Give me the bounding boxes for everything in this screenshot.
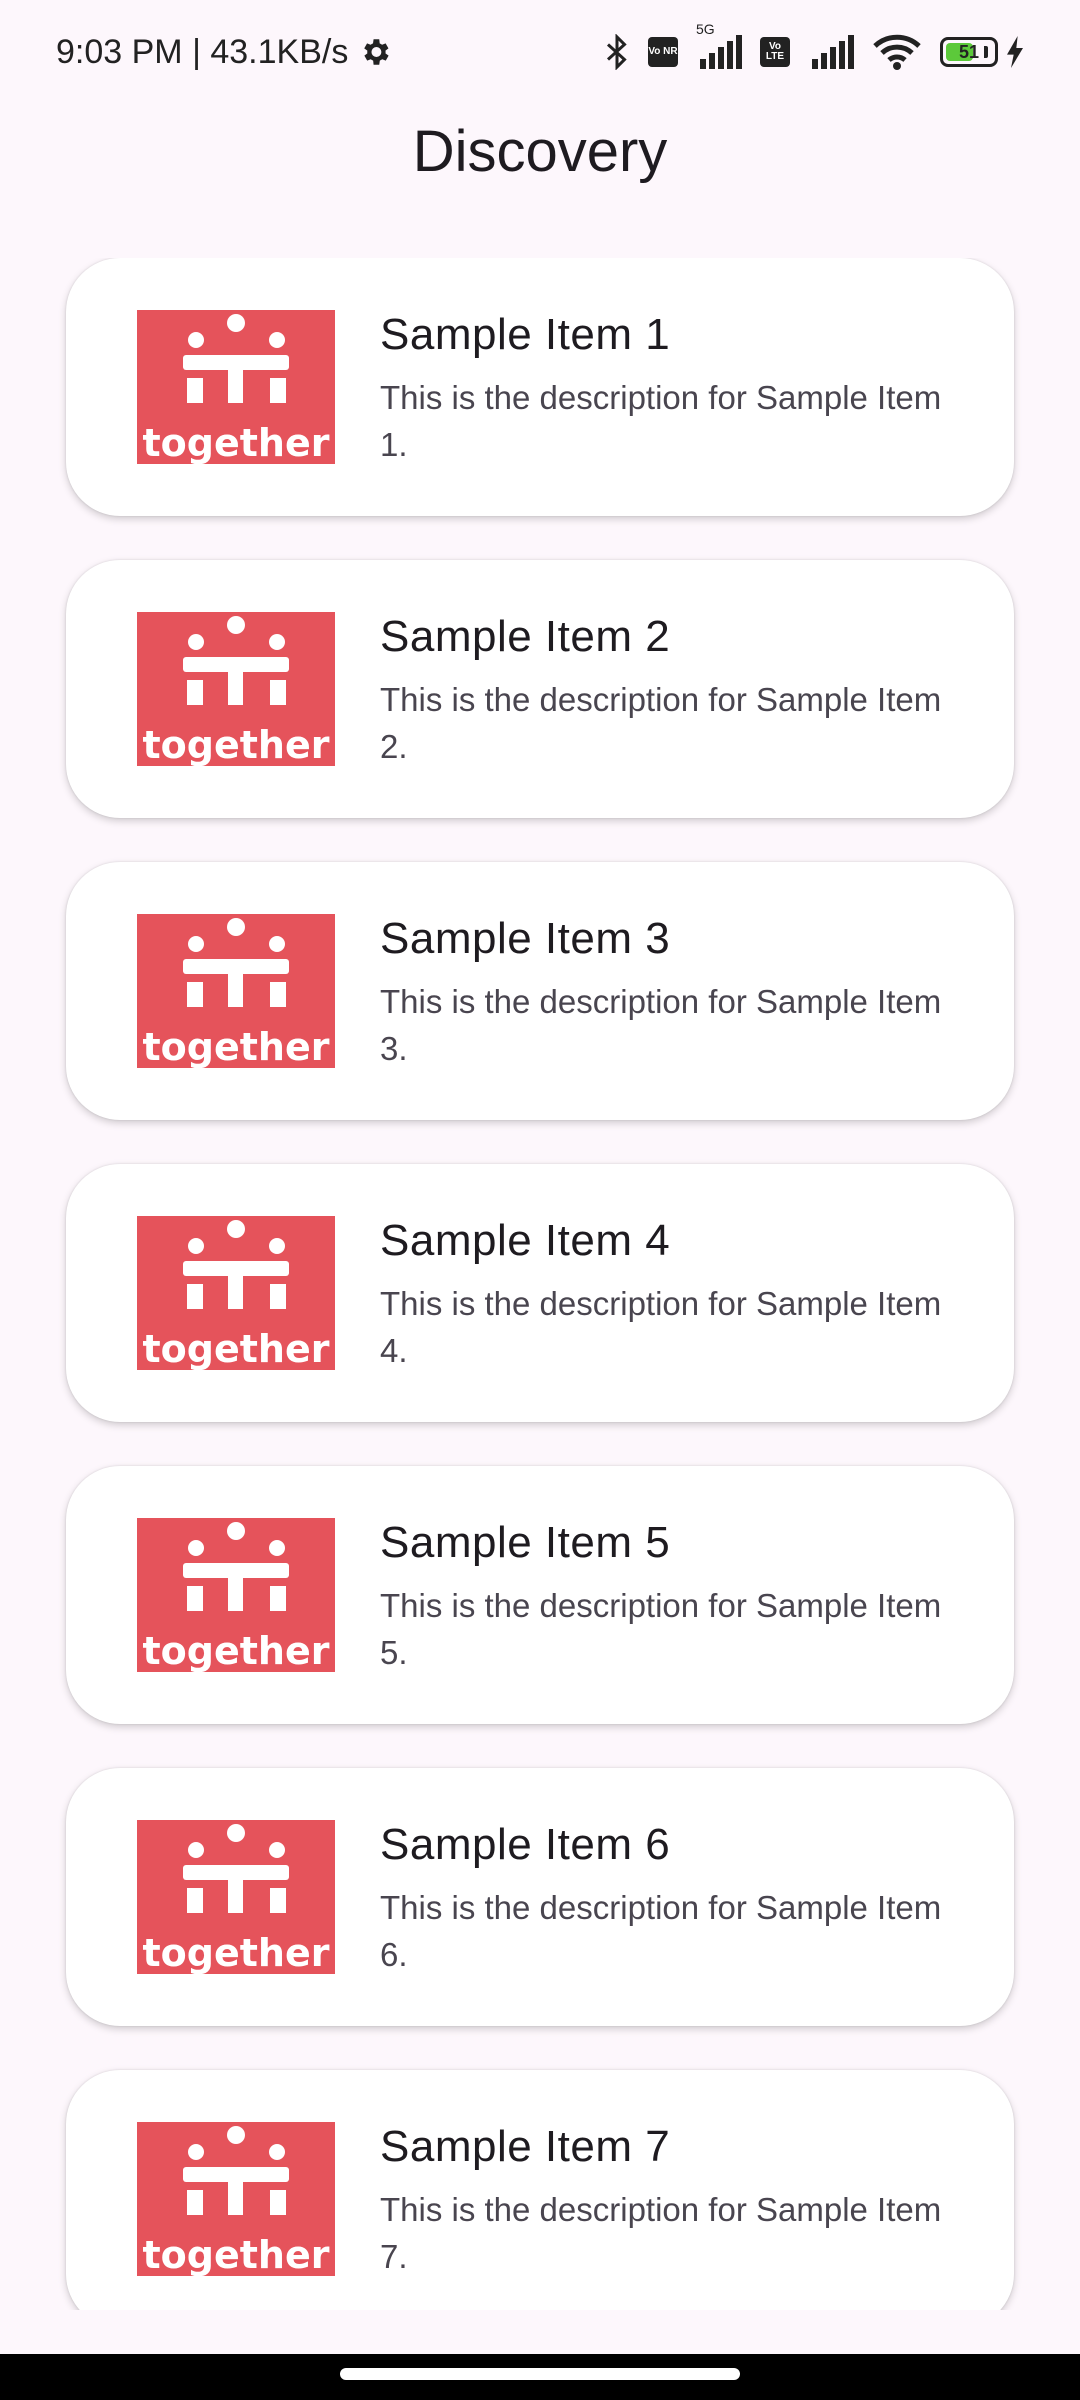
list-item-card-5[interactable]: together Sample Item 5 This is the descr… [66,1466,1014,1724]
list-item-card-6[interactable]: together Sample Item 6 This is the descr… [66,1768,1014,2026]
screen: 9:03 PM | 43.1KB/s Vo NR 5G Vo LTE 51 Di… [0,0,1080,2400]
battery-level: 51 [958,41,980,62]
together-logo-icon: together [137,310,335,465]
status-right: Vo NR 5G Vo LTE 51 [604,21,1024,70]
item-description: This is the description for Sample Item … [380,379,942,463]
item-title: Sample Item 2 [380,612,671,661]
together-logo-icon: together [137,1820,335,1975]
volte-badge-icon: Vo LTE [760,37,790,67]
list-item-card-4[interactable]: together Sample Item 4 This is the descr… [66,1164,1014,1422]
together-logo-icon: together [137,2122,335,2277]
item-title: Sample Item 7 [380,2122,671,2171]
card-text: Sample Item 7 This is the description fo… [380,2122,954,2280]
battery-icon: 51 [940,37,998,67]
item-title: Sample Item 1 [380,310,671,359]
card-text: Sample Item 1 This is the description fo… [380,310,954,468]
discovery-list[interactable]: together Sample Item 1 This is the descr… [0,258,1080,2310]
status-left: 9:03 PM | 43.1KB/s [56,33,392,72]
status-bar: 9:03 PM | 43.1KB/s Vo NR 5G Vo LTE 51 [0,0,1080,104]
list-item-card-7[interactable]: together Sample Item 7 This is the descr… [66,2070,1014,2310]
logo-wordmark: together [143,723,330,766]
card-text: Sample Item 4 This is the description fo… [380,1216,954,1374]
item-description: This is the description for Sample Item … [380,1889,942,1973]
item-description: This is the description for Sample Item … [380,681,942,765]
card-text: Sample Item 6 This is the description fo… [380,1820,954,1978]
together-logo-icon: together [137,1518,335,1673]
logo-wordmark: together [143,1931,330,1974]
navigation-bar [0,2354,1080,2400]
list-item-card-1[interactable]: together Sample Item 1 This is the descr… [66,258,1014,516]
item-description: This is the description for Sample Item … [380,2191,942,2275]
list-item-card-2[interactable]: together Sample Item 2 This is the descr… [66,560,1014,818]
bluetooth-icon [604,34,630,70]
logo-wordmark: together [143,1327,330,1370]
item-title: Sample Item 5 [380,1518,671,1567]
card-text: Sample Item 5 This is the description fo… [380,1518,954,1676]
charging-bolt-icon [1006,36,1024,68]
item-description: This is the description for Sample Item … [380,1285,942,1369]
signal-strength-icon [808,35,854,69]
item-title: Sample Item 6 [380,1820,671,1869]
settings-gear-icon [358,35,392,69]
together-logo-icon: together [137,1216,335,1371]
home-indicator[interactable] [340,2368,740,2380]
logo-wordmark: together [143,2233,330,2276]
page-title: Discovery [412,119,668,184]
item-title: Sample Item 3 [380,914,671,963]
together-logo-icon: together [137,612,335,767]
status-time-speed: 9:03 PM | 43.1KB/s [56,32,349,71]
vonr-badge-icon: Vo NR [648,37,678,67]
list-item-card-3[interactable]: together Sample Item 3 This is the descr… [66,862,1014,1120]
item-description: This is the description for Sample Item … [380,983,942,1067]
network-label: 5G [696,21,715,37]
logo-wordmark: together [143,1025,330,1068]
logo-wordmark: together [143,421,330,464]
card-text: Sample Item 2 This is the description fo… [380,612,954,770]
signal-5g-icon: 5G [696,21,742,69]
wifi-icon [872,34,922,70]
card-text: Sample Item 3 This is the description fo… [380,914,954,1072]
logo-wordmark: together [143,1629,330,1672]
item-title: Sample Item 4 [380,1216,671,1265]
together-logo-icon: together [137,914,335,1069]
item-description: This is the description for Sample Item … [380,1587,942,1671]
